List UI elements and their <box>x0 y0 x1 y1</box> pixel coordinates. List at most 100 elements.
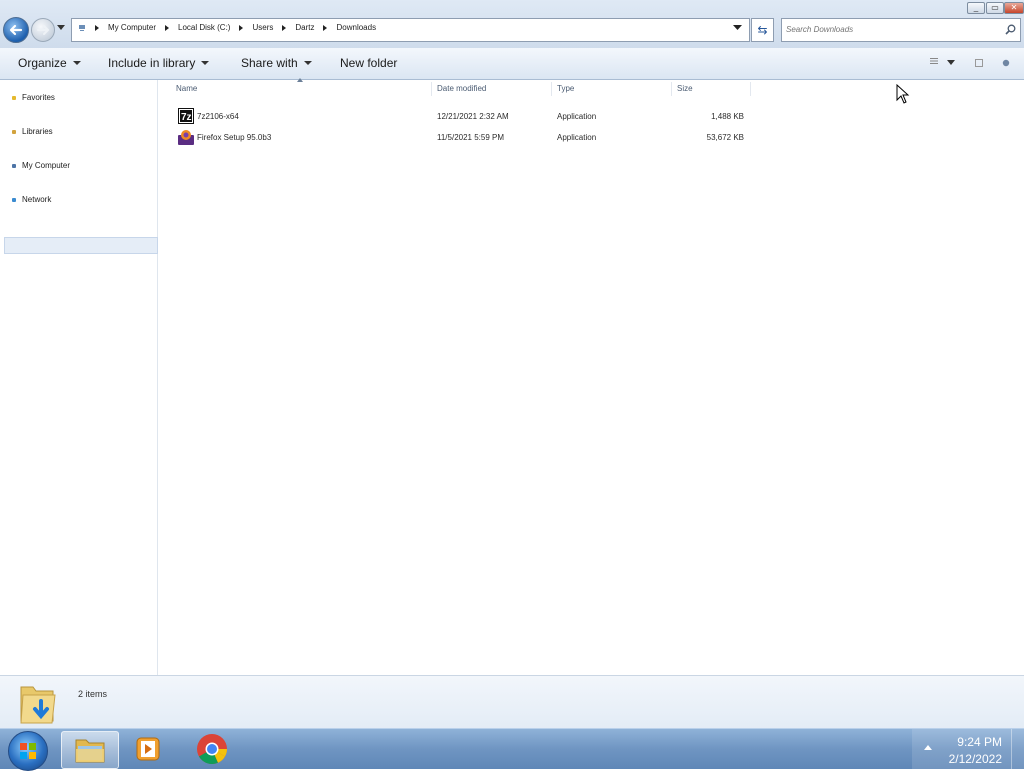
refresh-button[interactable]: ⇆ <box>751 18 774 42</box>
item-count: 2 items <box>78 689 108 699</box>
back-arrow-icon <box>9 24 23 36</box>
address-bar[interactable]: My Computer Local Disk (C:) Users Dartz … <box>71 18 750 42</box>
close-button[interactable]: ✕ <box>1004 2 1024 14</box>
media-player-icon <box>136 737 160 761</box>
chrome-icon <box>197 734 227 765</box>
column-header-type[interactable]: Type <box>557 84 574 93</box>
file-row[interactable]: Firefox Setup 95.0b3 11/5/2021 5:59 PM A… <box>176 129 756 146</box>
file-date: 11/5/2021 5:59 PM <box>437 133 505 142</box>
search-box[interactable] <box>781 18 1021 42</box>
nav-label-libraries: Libraries <box>22 127 53 136</box>
file-type: Application <box>557 112 597 121</box>
mouse-cursor-icon <box>896 84 910 104</box>
file-size: 53,672 KB <box>706 133 744 142</box>
firefox-installer-icon <box>178 130 194 145</box>
breadcrumb: My Computer Local Disk (C:) Users Dartz … <box>78 23 376 32</box>
clock-time: 9:24 PM <box>957 735 1002 749</box>
share-with-label: Share with <box>241 56 298 70</box>
clock-date: 2/12/2022 <box>948 752 1002 766</box>
maximize-button[interactable]: ▭ <box>986 2 1004 14</box>
column-divider[interactable] <box>750 82 751 96</box>
navigation-pane: Favorites Libraries My Computer Network <box>0 80 158 675</box>
crumb-dartz[interactable]: Dartz <box>295 23 314 32</box>
details-pane: 2 items <box>0 675 1024 729</box>
breadcrumb-arrow-icon[interactable] <box>165 24 170 31</box>
chevron-down-icon <box>201 61 210 65</box>
column-divider[interactable] <box>431 82 432 96</box>
include-in-library-label: Include in library <box>108 56 196 70</box>
computer-icon <box>12 163 16 168</box>
breadcrumb-arrow-icon[interactable] <box>95 24 99 31</box>
column-header-name[interactable]: Name <box>176 84 197 93</box>
crumb-my-computer[interactable]: My Computer <box>108 23 156 32</box>
command-bar: Organize Include in library Share with N… <box>0 48 1024 80</box>
nav-selection-highlight <box>4 237 158 254</box>
nav-label-my-computer: My Computer <box>22 161 71 170</box>
file-size: 1,488 KB <box>711 112 744 121</box>
share-with-button[interactable]: Share with <box>241 56 312 70</box>
title-address-bar: _ ▭ ✕ My Computer Local Disk (C:) Users … <box>0 0 1024 48</box>
recent-pages-dropdown[interactable] <box>57 25 65 31</box>
back-button[interactable] <box>3 17 29 43</box>
windows-logo-icon <box>20 743 36 759</box>
breadcrumb-arrow-icon[interactable] <box>282 24 287 31</box>
forward-button[interactable] <box>31 18 55 42</box>
include-in-library-button[interactable]: Include in library <box>108 56 210 70</box>
computer-icon <box>79 24 85 31</box>
address-history-dropdown[interactable] <box>733 25 742 31</box>
file-name[interactable]: Firefox Setup 95.0b3 <box>197 133 271 142</box>
search-input[interactable] <box>786 23 996 36</box>
folder-icon <box>75 739 105 763</box>
column-header-size[interactable]: Size <box>677 84 693 93</box>
column-divider[interactable] <box>671 82 672 96</box>
chevron-down-icon <box>72 61 81 65</box>
new-folder-label: New folder <box>340 56 398 70</box>
column-header-date-modified[interactable]: Date modified <box>437 84 486 93</box>
organize-button[interactable]: Organize <box>18 56 81 70</box>
breadcrumb-arrow-icon[interactable] <box>323 24 328 31</box>
change-view-icon[interactable] <box>930 58 938 64</box>
file-type: Application <box>557 133 597 142</box>
nav-item-network[interactable]: Network <box>12 195 51 204</box>
sort-ascending-icon <box>297 78 303 82</box>
nav-item-favorites[interactable]: Favorites <box>12 93 55 102</box>
start-button[interactable] <box>8 731 48 771</box>
crumb-users[interactable]: Users <box>252 23 273 32</box>
system-tray: 9:24 PM 2/12/2022 <box>912 729 1024 769</box>
show-desktop-button[interactable] <box>1011 729 1024 769</box>
taskbar-chrome[interactable] <box>184 731 240 767</box>
column-divider[interactable] <box>551 82 552 96</box>
minimize-button[interactable]: _ <box>967 2 985 14</box>
file-row[interactable]: 7z 7z2106-x64 12/21/2021 2:32 AM Applica… <box>176 108 756 125</box>
new-folder-button[interactable]: New folder <box>340 56 397 70</box>
preview-pane-icon[interactable] <box>975 59 983 67</box>
taskbar-media-player[interactable] <box>121 731 177 767</box>
downloads-folder-icon <box>20 686 56 724</box>
star-icon <box>12 95 16 100</box>
organize-label: Organize <box>18 56 67 70</box>
network-icon <box>12 197 16 202</box>
taskbar: 9:24 PM 2/12/2022 <box>0 728 1024 771</box>
show-hidden-icons-icon[interactable] <box>924 745 932 750</box>
crumb-downloads[interactable]: Downloads <box>336 23 376 32</box>
breadcrumb-arrow-icon[interactable] <box>239 24 244 31</box>
file-name[interactable]: 7z2106-x64 <box>197 112 239 121</box>
library-icon <box>12 129 16 134</box>
crumb-local-disk[interactable]: Local Disk (C:) <box>178 23 230 32</box>
view-options-dropdown[interactable] <box>947 60 955 66</box>
chevron-down-icon <box>303 61 312 65</box>
help-icon[interactable] <box>1002 59 1010 67</box>
file-date: 12/21/2021 2:32 AM <box>437 112 509 121</box>
forward-arrow-icon <box>37 25 50 35</box>
7zip-icon: 7z <box>178 108 194 124</box>
taskbar-explorer[interactable] <box>61 731 119 769</box>
search-icon[interactable] <box>1005 24 1016 35</box>
explorer-window: _ ▭ ✕ My Computer Local Disk (C:) Users … <box>0 0 1024 729</box>
nav-item-libraries[interactable]: Libraries <box>12 127 53 136</box>
nav-item-my-computer[interactable]: My Computer <box>12 161 70 170</box>
clock[interactable]: 9:24 PM 2/12/2022 <box>949 734 1002 768</box>
nav-label-favorites: Favorites <box>22 93 55 102</box>
refresh-icon: ⇆ <box>757 23 768 37</box>
svg-text:7z: 7z <box>181 112 192 123</box>
nav-label-network: Network <box>22 195 52 204</box>
